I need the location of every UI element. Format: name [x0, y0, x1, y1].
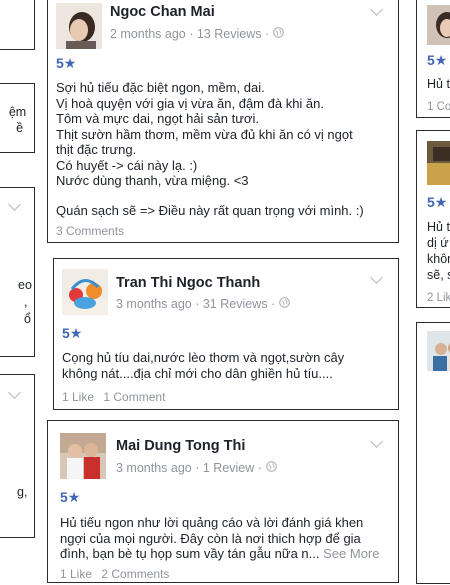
review-time[interactable]: 3 months ago: [116, 461, 192, 475]
review-count[interactable]: 31 Reviews: [203, 297, 268, 311]
star-rating: 5★: [60, 489, 81, 505]
comments-link[interactable]: 1 Co: [427, 100, 450, 115]
review-time[interactable]: 3 months ago: [116, 297, 192, 311]
review-text-fragment: ệm: [8, 105, 27, 119]
chevron-down-icon[interactable]: [370, 271, 383, 284]
avatar[interactable]: [427, 141, 450, 185]
likes-link[interactable]: 2 Lik: [427, 291, 450, 306]
review-author[interactable]: Mai Dung Tong Thi: [116, 438, 245, 454]
review-card-right-3: [416, 322, 450, 584]
review-count[interactable]: 1 Review: [203, 461, 254, 475]
review-text-fragment: sẽ, s: [427, 268, 450, 282]
review-time[interactable]: 2 months ago: [110, 27, 186, 41]
comments-link[interactable]: 3 Comments: [56, 224, 124, 238]
star-rating: 5★: [427, 52, 448, 68]
avatar[interactable]: [427, 331, 450, 371]
review-author[interactable]: Ngoc Chan Mai: [110, 4, 215, 20]
review-author[interactable]: Tran Thi Ngoc Thanh: [116, 275, 260, 291]
review-text: Sợi hủ tiếu đặc biệt ngon, mềm, dai. Vị …: [56, 80, 364, 218]
likes-link[interactable]: 1 Like: [62, 390, 94, 404]
review-text-fragment: Hủ t: [427, 77, 450, 91]
review-text-fragment: ề: [16, 121, 24, 135]
review-card-right-1: 5★ Hủ t 1 Co: [416, 0, 450, 118]
globe-icon: [279, 297, 290, 311]
avatar[interactable]: [62, 269, 108, 315]
comments-link[interactable]: 1 Comment: [103, 390, 165, 404]
chevron-down-icon[interactable]: [370, 435, 383, 448]
see-more-link[interactable]: See More: [323, 546, 379, 561]
review-text-fragment: g,: [17, 485, 28, 499]
star-rating: 5★: [427, 194, 448, 210]
star-rating: 5★: [62, 325, 83, 341]
review-footer: 1 Like 1 Comment: [62, 390, 171, 404]
review-text: Hủ tiếu ngon như lời quảng cáo và lời đá…: [60, 515, 380, 561]
review-card: Ngoc Chan Mai 2 months ago · 13 Reviews …: [47, 0, 399, 243]
review-card-right-2: 5★ Hủ t dị ứ khôn sẽ, s 2 Lik: [416, 130, 450, 308]
review-footer: 1 Like 2 Comments: [60, 567, 175, 581]
review-meta: 3 months ago · 1 Review ·: [116, 461, 277, 475]
review-text-fragment: eo: [18, 278, 32, 292]
comments-link[interactable]: 2 Comments: [101, 567, 169, 581]
avatar[interactable]: [56, 3, 102, 49]
avatar[interactable]: [427, 5, 450, 45]
review-meta: 3 months ago · 31 Reviews ·: [116, 297, 290, 311]
review-card-left-3: eo , ổ: [0, 187, 35, 357]
review-footer: 3 Comments: [56, 224, 130, 238]
review-text: Cọng hủ tíu dai,nước lèo thơm và ngọt,sư…: [62, 350, 345, 381]
likes-link[interactable]: 1 Like: [60, 567, 92, 581]
star-rating: 5★: [56, 55, 77, 71]
review-text-fragment: khôn: [427, 252, 450, 266]
chevron-down-icon[interactable]: [370, 3, 383, 16]
review-card-left-4: g,: [0, 374, 35, 538]
review-card-left-2: ệm ề: [0, 83, 35, 153]
globe-icon: [266, 461, 277, 475]
avatar[interactable]: [60, 433, 106, 479]
review-text-fragment: ,: [24, 295, 28, 309]
review-meta: 2 months ago · 13 Reviews ·: [110, 27, 284, 41]
review-card-left-1: [0, 0, 35, 50]
chevron-down-icon[interactable]: [8, 386, 21, 399]
review-card: Tran Thi Ngoc Thanh 3 months ago · 31 Re…: [53, 258, 399, 410]
review-card: Mai Dung Tong Thi 3 months ago · 1 Revie…: [47, 420, 399, 583]
review-text-fragment: Hủ t: [427, 220, 450, 234]
globe-icon: [273, 27, 284, 41]
review-text-fragment: dị ứ: [427, 236, 449, 250]
review-count[interactable]: 13 Reviews: [197, 27, 262, 41]
review-text-fragment: ổ: [24, 312, 31, 326]
reviews-page: ệm ề eo , ổ g, Ngoc Chan Mai 2 months ag…: [0, 0, 450, 585]
chevron-down-icon[interactable]: [8, 198, 21, 211]
